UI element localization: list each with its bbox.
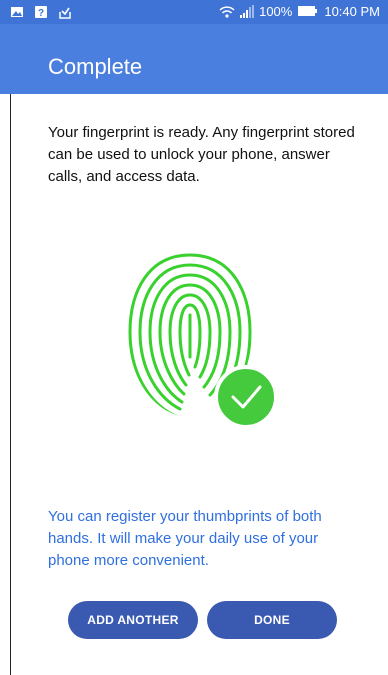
fingerprint-ready-description: Your fingerprint is ready. Any fingerpri… [48,124,355,185]
question-icon: ? [34,5,48,19]
status-bar: ? 100% 10:40 PM [0,0,388,24]
fingerprint-illustration [118,237,288,432]
signal-icon [239,4,255,19]
image-icon [10,5,24,19]
download-icon [58,5,72,19]
fingerprint-icon [128,247,278,429]
page-title: Complete [48,54,143,79]
status-right-icons: 100% 10:40 PM [219,4,380,19]
wifi-icon [219,5,235,19]
svg-text:?: ? [38,8,44,19]
app-bar: Complete [0,24,388,94]
left-edge-divider [10,94,11,675]
done-button[interactable]: DONE [207,601,337,639]
status-left-icons: ? [10,5,72,19]
thumbprint-hint: You can register your thumbprints of bot… [48,508,322,569]
add-another-button[interactable]: ADD ANOTHER [68,601,198,639]
battery-icon [298,5,318,19]
checkmark-badge [214,365,278,429]
battery-percent: 100% [259,4,293,19]
status-time: 10:40 PM [324,4,380,19]
